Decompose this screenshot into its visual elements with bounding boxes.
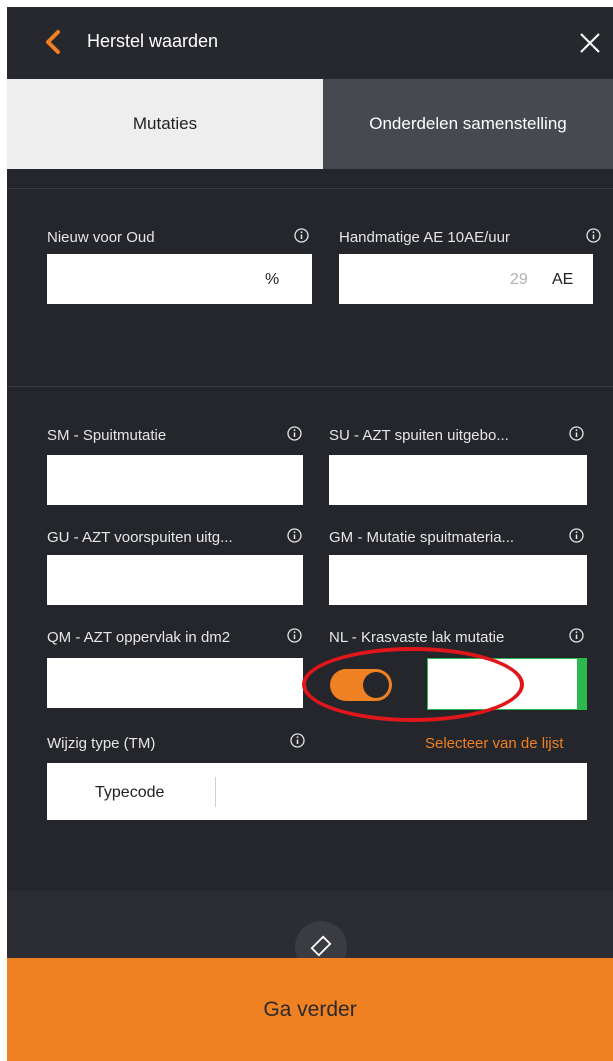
toggle-knob	[363, 672, 389, 698]
page-title: Herstel waarden	[87, 31, 219, 51]
info-icon[interactable]	[294, 228, 309, 243]
qm-label: QM - AZT oppervlak in dm2	[47, 629, 231, 646]
percent-unit: %	[265, 271, 280, 288]
info-icon[interactable]	[569, 528, 584, 543]
tab-mutaties[interactable]: Mutaties	[7, 79, 323, 169]
info-icon[interactable]	[287, 426, 302, 441]
info-icon[interactable]	[290, 733, 305, 748]
tab-onderdelen-samenstelling[interactable]: Onderdelen samenstelling	[323, 79, 613, 169]
info-icon[interactable]	[287, 628, 302, 643]
tab-bar: Mutaties Onderdelen samenstelling	[7, 79, 613, 169]
qm-field[interactable]	[47, 658, 303, 708]
divider	[7, 386, 613, 387]
sm-label: SM - Spuitmutatie	[47, 427, 167, 444]
info-icon[interactable]	[287, 528, 302, 543]
sm-field[interactable]	[47, 455, 303, 505]
handmatige-ae-label: Handmatige AE 10AE/uur	[339, 229, 510, 246]
continue-button[interactable]: Ga verder	[7, 958, 613, 1061]
eraser-icon	[310, 935, 332, 957]
su-field[interactable]	[329, 455, 587, 505]
close-icon[interactable]	[579, 32, 601, 54]
su-label: SU - AZT spuiten uitgebo...	[329, 427, 509, 444]
continue-label: Ga verder	[263, 997, 357, 1021]
info-icon[interactable]	[586, 228, 601, 243]
wijzig-type-label: Wijzig type (TM)	[47, 735, 156, 752]
chevron-left-icon[interactable]	[43, 29, 63, 55]
tab-label: Mutaties	[132, 114, 198, 133]
separator	[215, 777, 216, 807]
info-icon[interactable]	[569, 426, 584, 441]
gu-field[interactable]	[47, 555, 303, 605]
tab-label: Onderdelen samenstelling	[369, 114, 567, 133]
nieuw-voor-oud-field[interactable]: %	[47, 254, 312, 304]
ae-unit: AE	[552, 271, 574, 288]
divider	[7, 188, 613, 189]
typecode-field[interactable]: Typecode	[47, 763, 587, 820]
select-from-list-link[interactable]: Selecteer van de lijst	[425, 735, 563, 752]
gm-field[interactable]	[329, 555, 587, 605]
header: Herstel waarden	[7, 7, 613, 79]
gu-label: GU - AZT voorspuiten uitg...	[47, 529, 233, 546]
nieuw-voor-oud-label: Nieuw voor Oud	[47, 229, 155, 246]
nl-label: NL - Krasvaste lak mutatie	[329, 629, 505, 646]
nl-toggle[interactable]	[330, 669, 392, 701]
gm-label: GM - Mutatie spuitmateria...	[329, 529, 515, 546]
handmatige-ae-field[interactable]: 29 AE	[339, 254, 593, 304]
info-icon[interactable]	[569, 628, 584, 643]
ae-value: 29	[510, 271, 528, 288]
typecode-label: Typecode	[95, 784, 165, 801]
nl-field[interactable]	[427, 658, 587, 710]
app-window: Herstel waarden Mutaties Onderdelen same…	[7, 7, 613, 1061]
